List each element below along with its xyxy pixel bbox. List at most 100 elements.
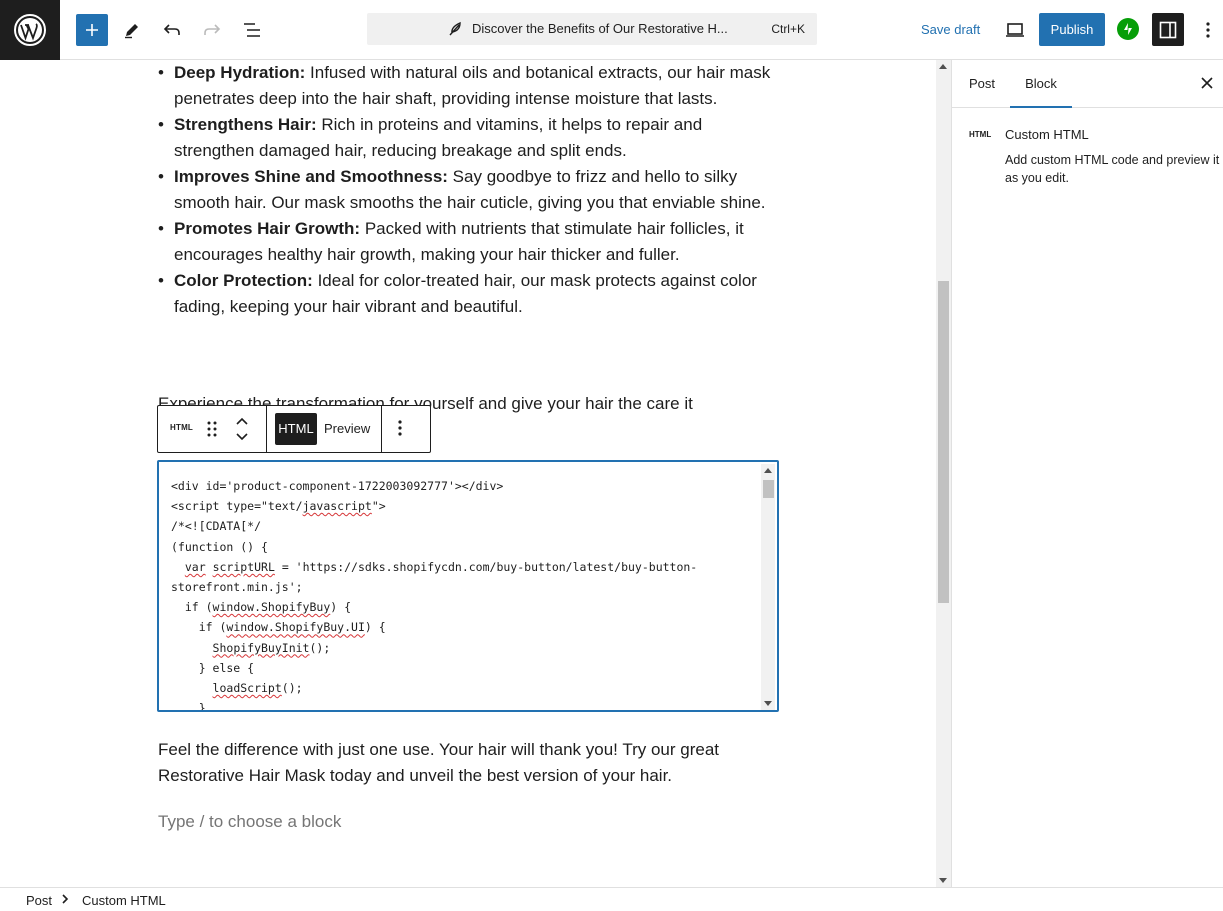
code-line: <div id='product-component-1722003092777…	[171, 479, 504, 493]
more-vertical-icon	[1206, 22, 1210, 38]
code-line: storefront.min.js';	[171, 580, 303, 595]
list-item[interactable]: Strengthens Hair: Rich in proteins and v…	[158, 112, 778, 164]
more-vertical-icon[interactable]	[398, 420, 402, 436]
settings-sidebar-toggle[interactable]	[1152, 13, 1184, 46]
redo-icon	[204, 24, 221, 35]
code-token: if (	[171, 620, 227, 635]
code-token: = 'https://sdks.shopifycdn.com/buy-butto…	[274, 559, 698, 574]
benefits-list[interactable]: Deep Hydration: Infused with natural oil…	[158, 60, 778, 320]
scroll-up-arrow-icon[interactable]	[764, 468, 772, 473]
move-up-down-icon[interactable]	[234, 414, 250, 444]
wordpress-icon	[14, 14, 46, 46]
block-card-description: Add custom HTML code and preview it as y…	[1005, 153, 1220, 185]
tab-post[interactable]: Post	[969, 60, 995, 108]
chevron-right-icon	[62, 894, 69, 904]
settings-sidebar: Post Block HTML Custom HTML Add custom H…	[951, 60, 1223, 887]
wordpress-logo-button[interactable]	[0, 0, 60, 60]
code-line: } else {	[171, 660, 255, 675]
code-line: loadScript();	[171, 678, 697, 698]
code-scrollbar[interactable]	[761, 464, 775, 710]
list-item-title: Color Protection:	[174, 271, 313, 290]
code-token: var	[184, 559, 206, 574]
code-content: <div id='product-component-1722003092777…	[171, 476, 697, 712]
code-line: <script type="text/javascript">	[171, 496, 697, 516]
preview-button[interactable]	[999, 14, 1031, 46]
preview-tab[interactable]: Preview	[324, 413, 370, 445]
code-line: }	[171, 701, 206, 712]
pencil-icon	[125, 24, 138, 39]
code-token: ();	[309, 640, 331, 655]
tools-button[interactable]	[116, 14, 148, 46]
block-inserter-button[interactable]	[76, 14, 108, 46]
html-code-textarea[interactable]: <div id='product-component-1722003092777…	[157, 460, 779, 712]
options-menu-button[interactable]	[1198, 14, 1218, 46]
list-item[interactable]: Promotes Hair Growth: Packed with nutrie…	[158, 216, 778, 268]
paragraph-block[interactable]: Feel the difference with just one use. Y…	[158, 737, 778, 789]
list-item[interactable]: Deep Hydration: Infused with natural oil…	[158, 60, 778, 112]
scroll-up-arrow-icon[interactable]	[939, 64, 947, 69]
code-line: ShopifyBuyInit();	[171, 638, 697, 658]
code-token: ShopifyBuyInit	[212, 640, 310, 655]
code-line: if (window.ShopifyBuy.UI) {	[171, 617, 697, 637]
editor-canvas[interactable]: Deep Hydration: Infused with natural oil…	[0, 60, 951, 887]
html-tab[interactable]: HTML	[275, 413, 317, 445]
scroll-thumb[interactable]	[763, 480, 774, 498]
code-token: window.ShopifyBuy.UI	[226, 620, 365, 635]
code-token: ">	[371, 499, 386, 514]
redo-button[interactable]	[196, 14, 228, 46]
code-token: window.ShopifyBuy	[212, 600, 331, 615]
undo-button[interactable]	[156, 14, 188, 46]
list-item[interactable]: Improves Shine and Smoothness: Say goodb…	[158, 164, 778, 216]
scroll-down-arrow-icon[interactable]	[939, 878, 947, 883]
list-item[interactable]: Color Protection: Ideal for color-treate…	[158, 268, 778, 320]
code-token: <script type="text/	[171, 499, 303, 514]
breadcrumb-current: Custom HTML	[82, 893, 166, 908]
code-line: /*<![CDATA[*/	[171, 519, 262, 534]
document-title: Discover the Benefits of Our Restorative…	[472, 21, 728, 36]
list-item-title: Promotes Hair Growth:	[174, 219, 361, 238]
list-item-title: Deep Hydration:	[174, 63, 306, 82]
block-breadcrumb: Post Custom HTML	[0, 887, 1223, 911]
close-icon[interactable]	[1200, 76, 1214, 90]
plus-icon	[86, 24, 98, 36]
code-line: if (window.ShopifyBuy) {	[171, 597, 697, 617]
list-item-title: Improves Shine and Smoothness:	[174, 167, 448, 186]
toolbar-divider	[381, 406, 382, 452]
feather-icon	[449, 21, 461, 36]
jetpack-button[interactable]	[1117, 18, 1139, 40]
scroll-down-arrow-icon[interactable]	[764, 701, 772, 706]
block-appender-placeholder[interactable]: Type / to choose a block	[158, 809, 341, 835]
save-draft-button[interactable]: Save draft	[913, 14, 988, 46]
code-token: ) {	[364, 620, 386, 635]
tab-block[interactable]: Block	[1010, 60, 1072, 108]
block-toolbar: HTML HTML Preview	[157, 405, 431, 453]
keyboard-shortcut: Ctrl+K	[771, 22, 805, 36]
document-overview-button[interactable]	[236, 14, 268, 46]
jetpack-icon	[1124, 23, 1132, 35]
command-palette-bar[interactable]: Discover the Benefits of Our Restorative…	[367, 13, 817, 45]
list-item-title: Strengthens Hair:	[174, 115, 317, 134]
code-line: var scriptURL = 'https://sdks.shopifycdn…	[171, 557, 697, 577]
publish-button[interactable]: Publish	[1039, 13, 1105, 46]
breadcrumb-post[interactable]: Post	[26, 893, 52, 908]
code-token: ) {	[330, 600, 352, 615]
sidebar-icon	[1159, 21, 1177, 38]
editor-header: Discover the Benefits of Our Restorative…	[0, 0, 1223, 60]
block-type-html-icon[interactable]: HTML	[170, 423, 193, 432]
code-token: scriptURL	[212, 559, 275, 574]
scroll-thumb[interactable]	[938, 281, 949, 603]
code-token: ();	[281, 681, 303, 696]
undo-icon	[163, 24, 180, 35]
list-view-icon	[244, 23, 260, 37]
toolbar-divider	[266, 406, 267, 452]
code-token: javascript	[302, 499, 372, 514]
code-token: if (	[171, 600, 213, 615]
drag-handle-icon[interactable]	[206, 420, 218, 438]
canvas-scrollbar[interactable]	[936, 60, 951, 887]
sidebar-tabs: Post Block	[952, 60, 1223, 108]
desktop-icon	[1006, 23, 1024, 37]
